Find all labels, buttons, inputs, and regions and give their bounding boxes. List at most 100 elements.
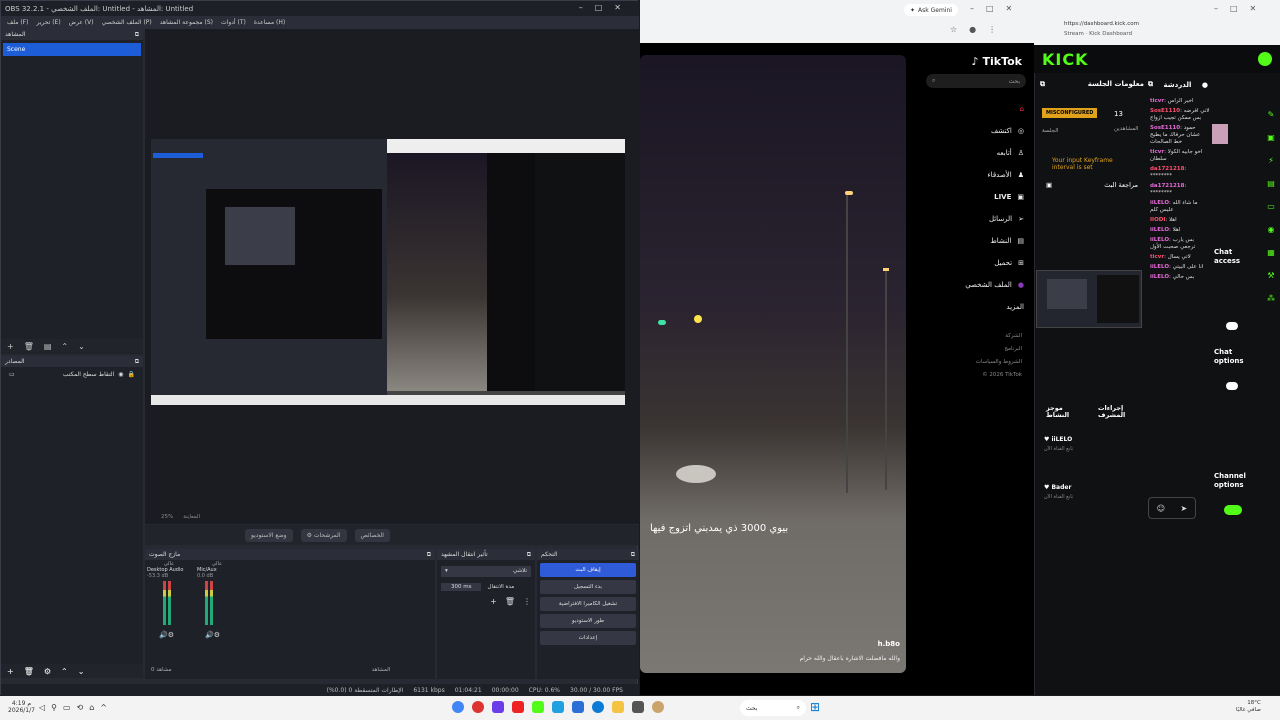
filters-button[interactable]: ⚙ المرشحات [300, 528, 347, 542]
chat-username[interactable]: iiLELO [1150, 264, 1169, 270]
tiktok-logo[interactable]: ♪ TikTok [912, 43, 1032, 74]
edge-icon[interactable] [592, 701, 604, 713]
trash-icon[interactable]: 🗑 [505, 597, 515, 606]
gear-icon[interactable]: ⚙ [214, 631, 220, 639]
footer-link[interactable]: الشروط والسياسات [912, 356, 1022, 369]
chat-username[interactable]: IIODI [1150, 217, 1165, 223]
chat-access-toggle[interactable] [1226, 322, 1238, 330]
mixer-footer-mid[interactable]: المشاهد [372, 667, 391, 673]
youtube-icon[interactable] [512, 701, 524, 713]
window-controls[interactable]: –□✕ [970, 4, 1024, 13]
broadcast-icon[interactable]: ◉ [1268, 225, 1275, 234]
menu-scene-collection[interactable]: مجموعة المشاهد (S) [160, 19, 213, 26]
nav-profile[interactable]: الملف الشخصي ● [912, 274, 1032, 296]
chat-user-avatar[interactable] [1212, 108, 1230, 148]
footer-link[interactable]: الشركة [912, 330, 1022, 343]
menu-tools[interactable]: أدوات (T) [221, 19, 246, 26]
chat-username[interactable]: iiLELO [1150, 227, 1169, 233]
tray-icons[interactable]: ◁⚲▭⟲⌂^ [39, 703, 113, 711]
avatar[interactable]: ● [969, 25, 976, 34]
window-controls[interactable]: –□✕ [1214, 4, 1268, 13]
menu-edit[interactable]: تحرير (E) [36, 19, 60, 26]
folder-icon[interactable] [612, 701, 624, 713]
app-icon[interactable] [632, 701, 644, 713]
bolt-icon[interactable]: ⚡ [1268, 156, 1274, 165]
taskbar-clock[interactable]: 4:19 م 2026/1/7 ◁⚲▭⟲⌂^ [8, 700, 113, 714]
chrome-icon[interactable] [452, 701, 464, 713]
chat-input[interactable]: ☺ ➤ [1148, 497, 1196, 519]
filter-icon[interactable]: ▤ [44, 342, 52, 351]
menu-help[interactable]: مساعدة (H) [254, 19, 285, 26]
add-icon[interactable]: + [490, 597, 497, 606]
duration-value[interactable]: 300 ms [441, 583, 482, 591]
dock-float-icon[interactable]: ⧉ [135, 31, 139, 39]
chat-username[interactable]: ticvr [1150, 254, 1164, 260]
virtual-camera-button[interactable]: تشغيل الكاميرا الافتراضية [540, 597, 636, 611]
nav-explore[interactable]: اكتشف ◎ [912, 120, 1032, 142]
trash-icon[interactable]: 🗑 [24, 342, 34, 351]
wrench-icon[interactable]: ⚒ [1267, 271, 1274, 280]
footer-link[interactable]: البرنامج [912, 343, 1022, 356]
gear-icon[interactable]: ⚙ [168, 631, 174, 639]
preview-canvas[interactable] [151, 139, 625, 405]
star-icon[interactable]: ☆ [950, 25, 957, 34]
nav-upload[interactable]: تحميل ⊞ [912, 252, 1032, 274]
layout-icon[interactable]: ▦ [1267, 248, 1275, 257]
chat-username[interactable]: iiLELO [1150, 237, 1169, 243]
zoom-level[interactable]: 25% [161, 514, 173, 520]
properties-button[interactable]: الخصائص [354, 528, 390, 542]
trash-icon[interactable]: 🗑 [24, 667, 34, 676]
video-username[interactable]: h.b8o [878, 640, 900, 648]
clipboard-icon[interactable]: ▤ [1267, 179, 1275, 188]
move-down-icon[interactable]: ⌄ [78, 342, 85, 351]
studio-mode-toggle[interactable]: طور الاستوديو [540, 614, 636, 628]
chat-username[interactable]: SosE1110 [1150, 125, 1180, 131]
eye-icon[interactable]: ◉ [118, 371, 123, 378]
start-recording-button[interactable]: بدء التسجيل [540, 580, 636, 594]
menu-view[interactable]: عرض (V) [69, 19, 94, 26]
nav-activity[interactable]: النشاط ▤ [912, 230, 1032, 252]
tiktok-video[interactable]: بيوي 3000 ذي يمدبني اتزوج فيها h.b8o وال… [640, 55, 906, 673]
menu-icon[interactable]: ⋮ [988, 25, 996, 34]
chat-username[interactable]: da1721218 [1150, 183, 1184, 189]
tree-icon[interactable]: ⁂ [1267, 294, 1275, 303]
window-controls[interactable]: –□✕ [579, 3, 633, 12]
avatar[interactable] [1258, 52, 1272, 66]
kick-stream-preview[interactable] [1036, 270, 1142, 328]
chat-username[interactable]: ticvr [1150, 149, 1164, 155]
dock-float-icon[interactable]: ⧉ [135, 358, 139, 366]
app-icon[interactable] [492, 701, 504, 713]
lock-icon[interactable]: 🔒 [128, 371, 135, 378]
send-icon[interactable]: ➤ [1181, 504, 1188, 513]
taskbar-search[interactable]: بحث ⌕ [740, 700, 806, 716]
stop-stream-button[interactable]: إيقاف البث [540, 563, 636, 577]
edit-icon[interactable]: ✎ [1268, 110, 1275, 119]
chat-icon[interactable]: ▭ [1267, 202, 1275, 211]
add-icon[interactable]: + [7, 667, 14, 676]
move-down-icon[interactable]: ⌄ [78, 667, 85, 676]
chat-username[interactable]: ticvr [1150, 98, 1164, 104]
source-list-item[interactable]: ▭ التقاط سطح المكتب ◉ 🔒 [1, 367, 143, 381]
chat-username[interactable]: da1721218 [1150, 166, 1184, 172]
kick-icon[interactable] [532, 701, 544, 713]
nav-messages[interactable]: الرسائل ➢ [912, 208, 1032, 230]
speaker-icon[interactable]: 🔊 [205, 631, 214, 639]
move-up-icon[interactable]: ⌃ [61, 667, 68, 676]
studio-mode-button[interactable]: وضع الاستوديو [245, 528, 293, 542]
kick-url[interactable]: https://dashboard.kick.com [1064, 21, 1139, 27]
external-link-icon[interactable]: ⧉ [1040, 80, 1045, 90]
menu-file[interactable]: ملف (F) [7, 19, 28, 26]
kick-logo[interactable]: KICK [1042, 50, 1089, 69]
channel-options-toggle[interactable] [1224, 505, 1242, 515]
camera-icon[interactable]: ▣ [1267, 133, 1275, 142]
move-up-icon[interactable]: ⌃ [61, 342, 68, 351]
speaker-icon[interactable]: 🔊 [159, 631, 168, 639]
settings-button[interactable]: إعدادات [540, 631, 636, 645]
weather-widget[interactable]: 18°C صافي غالبًا [1236, 700, 1261, 714]
dock-float-icon[interactable]: ⧉ [427, 551, 431, 559]
nav-home[interactable]: ⌂ [912, 98, 1032, 120]
chat-username[interactable]: iiLELO [1150, 200, 1169, 206]
ask-gemini-button[interactable]: ✦ Ask Gemini [904, 4, 958, 16]
menu-profile[interactable]: الملف الشخصي (P) [102, 19, 152, 26]
chat-username[interactable]: SosE1110 [1150, 108, 1180, 114]
